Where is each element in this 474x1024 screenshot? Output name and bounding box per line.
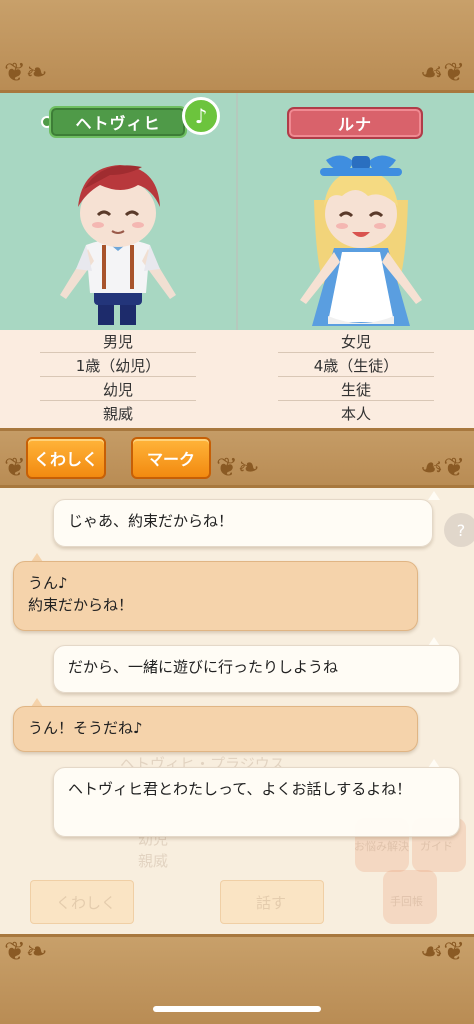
ghost-item1: お悩み解決 <box>354 840 409 853</box>
scroll-ornament-right: ☙❦ <box>420 58 466 88</box>
right-character-name-tag[interactable]: ルナ <box>287 107 423 139</box>
left-character-name-tag[interactable]: ヘトヴィヒ <box>49 106 187 138</box>
details-button[interactable]: くわしく <box>26 437 106 479</box>
dialogue-bubble[interactable]: うん♪ 約束だからね！ <box>13 561 418 631</box>
left-relation: 親威 <box>102 405 133 423</box>
info-table: 男児 1歳（幼児） 幼児 親威 女児 4歳（生徒） 生徒 本人 <box>0 330 474 428</box>
music-note-icon[interactable]: ♪ <box>182 97 220 135</box>
girl-avatar[interactable] <box>286 140 436 330</box>
dialogue-bubble[interactable]: じゃあ、約束だからね！ <box>53 499 433 547</box>
right-relation: 本人 <box>340 405 371 423</box>
ghost-guide: ガイド <box>420 840 453 853</box>
ghost-item2: 手回帳 <box>390 895 423 908</box>
scroll-ornament-right: ☙❦ <box>420 453 466 483</box>
scroll-ornament-left: ❦❧ <box>4 58 48 88</box>
left-gender: 男児 <box>40 330 196 353</box>
right-age: 4歳（生徒） <box>278 354 434 377</box>
mark-button[interactable]: マーク <box>131 437 211 479</box>
boy-avatar[interactable] <box>48 145 188 330</box>
bubble-tail <box>428 491 440 500</box>
dialogue-bubble[interactable]: だから、一緒に遊びに行ったりしようね <box>53 645 460 693</box>
scroll-ornament-center: ❦❧ <box>216 453 260 483</box>
dialogue-bubble[interactable]: うん！そうだね♪ <box>13 706 418 752</box>
ghost-talk-label: 話す <box>256 894 287 912</box>
right-stage: 生徒 <box>278 378 434 401</box>
top-wood-band: ❦❧ ☙❦ <box>0 0 474 93</box>
ghost-details-label: くわしく <box>56 894 117 912</box>
scroll-ornament-right: ☙❦ <box>420 937 466 967</box>
left-age: 1歳（幼児） <box>40 354 196 377</box>
left-stage: 幼児 <box>40 378 196 401</box>
dialogue-bubble[interactable]: ヘトヴィヒ君とわたしって、よくお話しするよね！ <box>53 767 460 837</box>
ghost-relation: 親威 <box>138 852 169 870</box>
help-icon[interactable]: ? <box>444 513 474 547</box>
right-gender: 女児 <box>278 330 434 353</box>
home-indicator[interactable] <box>153 1006 321 1012</box>
scroll-ornament-left: ❦❧ <box>4 937 48 967</box>
